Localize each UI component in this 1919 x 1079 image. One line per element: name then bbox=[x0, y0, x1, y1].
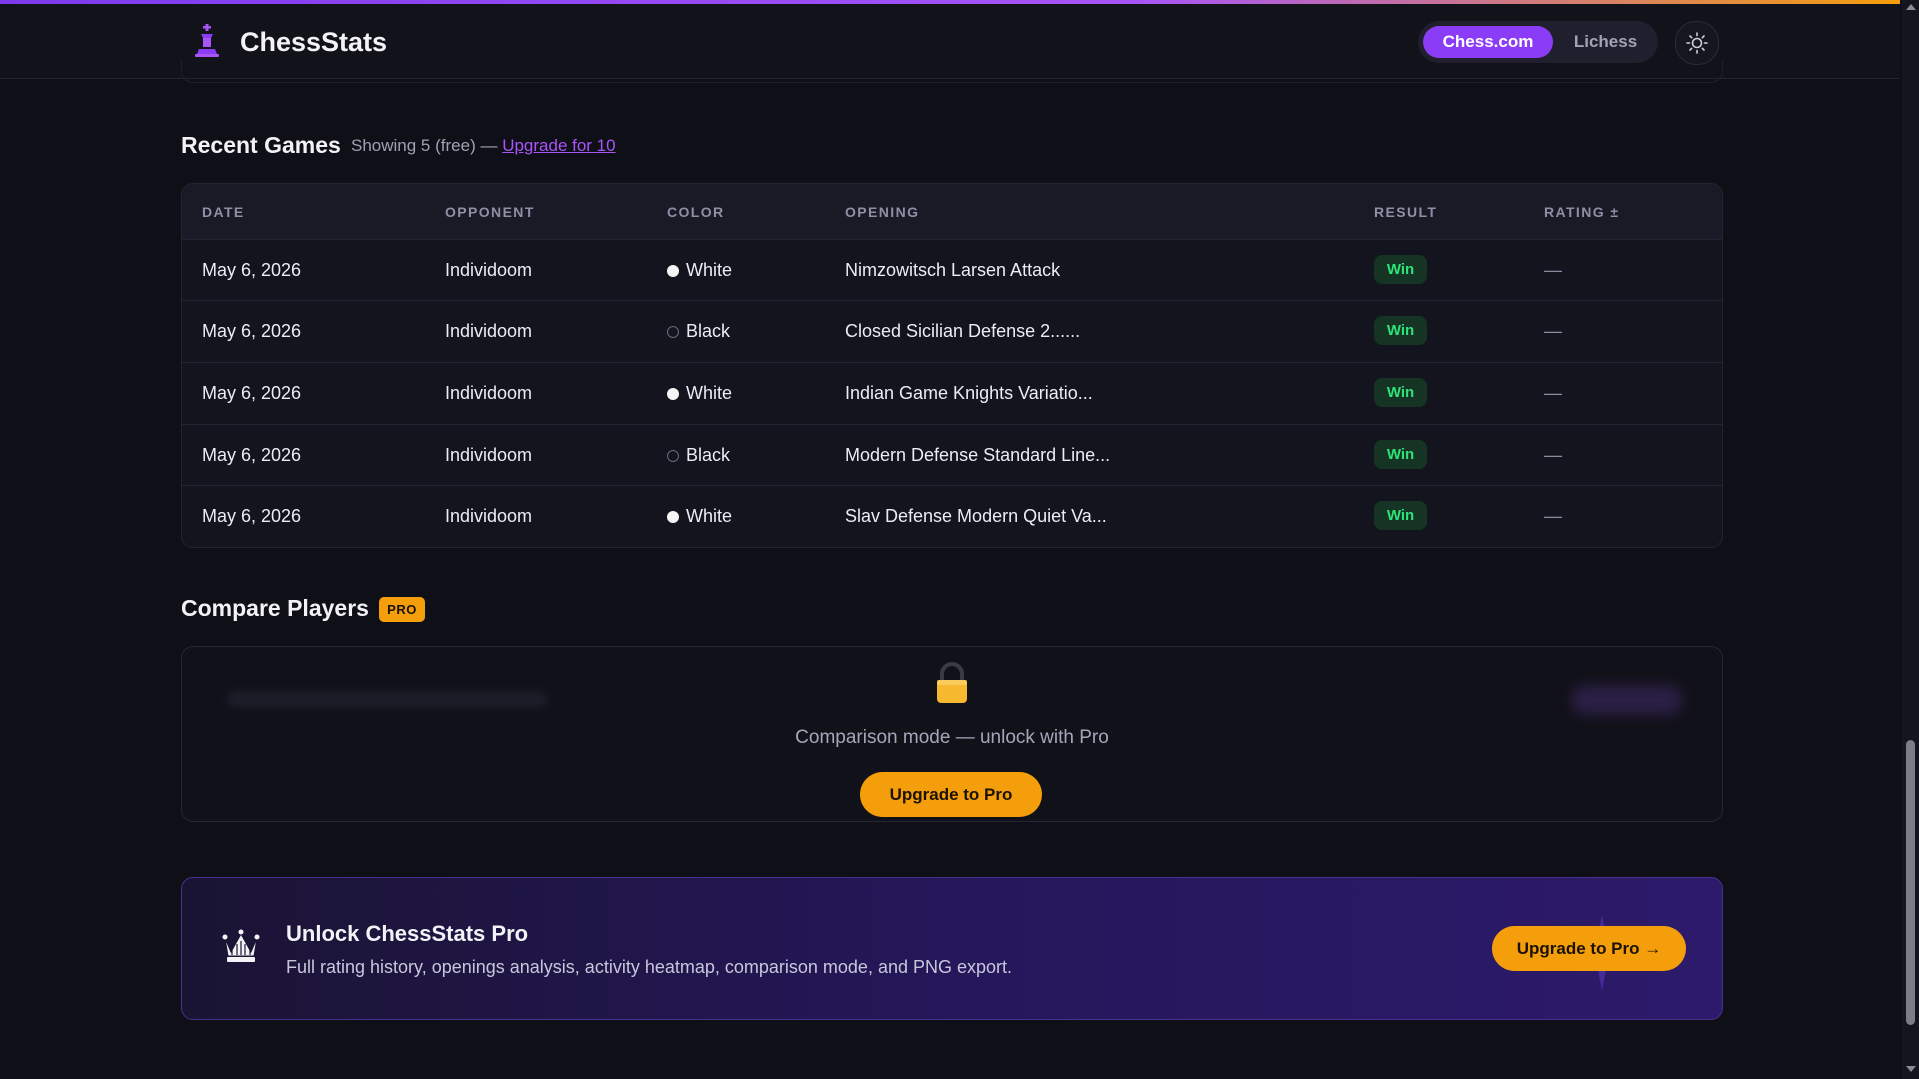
game-opponent: Individoom bbox=[445, 445, 533, 465]
game-opening: Indian Game Knights Variatio... bbox=[845, 383, 1093, 403]
game-color-label: Black bbox=[686, 321, 731, 341]
table-row[interactable]: May 6, 2026 Individoom White Indian Game… bbox=[182, 362, 1722, 424]
white-piece-dot bbox=[667, 388, 679, 400]
game-date: May 6, 2026 bbox=[202, 321, 302, 341]
blurred-button-placeholder bbox=[1572, 685, 1682, 715]
recent-games-subtitle: Showing 5 (free) — Upgrade for 10 bbox=[351, 136, 616, 156]
rating-change: — bbox=[1544, 383, 1562, 403]
upgrade-to-pro-button[interactable]: Upgrade to Pro bbox=[860, 772, 1042, 817]
promo-title: Unlock ChessStats Pro bbox=[286, 921, 529, 946]
showing-count-text: Showing 5 (free) — bbox=[351, 136, 498, 155]
compare-players-title: Compare Players bbox=[181, 595, 369, 621]
brand-name: ChessStats bbox=[240, 27, 388, 57]
blurred-input-placeholder bbox=[227, 691, 547, 707]
column-header-rating: RATING ± bbox=[1544, 204, 1620, 220]
promo-description: Full rating history, openings analysis, … bbox=[286, 957, 1013, 977]
scroll-down-arrow-icon[interactable] bbox=[1906, 1066, 1916, 1072]
game-color: Black bbox=[667, 445, 730, 466]
game-opponent: Individoom bbox=[445, 260, 533, 280]
lock-icon bbox=[937, 662, 967, 703]
result-badge: Win bbox=[1374, 378, 1427, 407]
page-scrollbar[interactable] bbox=[1902, 0, 1919, 1079]
compare-players-locked-card: Comparison mode — unlock with Pro Upgrad… bbox=[181, 646, 1723, 822]
game-color-label: White bbox=[686, 506, 733, 526]
sun-icon bbox=[1686, 32, 1708, 54]
game-opponent: Individoom bbox=[445, 506, 533, 526]
table-row[interactable]: May 6, 2026 Individoom Black Closed Sici… bbox=[182, 300, 1722, 362]
column-header-date: DATE bbox=[202, 204, 245, 220]
table-row[interactable]: May 6, 2026 Individoom White Nimzowitsch… bbox=[182, 239, 1722, 301]
crown-icon bbox=[222, 929, 260, 962]
game-color: White bbox=[667, 506, 732, 527]
upgrade-for-10-link[interactable]: Upgrade for 10 bbox=[502, 136, 615, 155]
black-piece-dot bbox=[667, 326, 679, 338]
game-opening: Modern Defense Standard Line... bbox=[845, 445, 1111, 465]
game-opening: Slav Defense Modern Quiet Va... bbox=[845, 506, 1107, 526]
result-badge: Win bbox=[1374, 255, 1427, 284]
scrollbar-thumb[interactable] bbox=[1906, 740, 1915, 1025]
table-header: DATE OPPONENT COLOR OPENING RESULT RATIN… bbox=[182, 184, 1722, 239]
promo-upgrade-button[interactable]: Upgrade to Pro → bbox=[1492, 926, 1686, 971]
previous-card-edge bbox=[181, 60, 1723, 83]
pro-badge: PRO bbox=[379, 597, 425, 622]
game-opening: Closed Sicilian Defense 2...... bbox=[845, 321, 1081, 341]
game-date: May 6, 2026 bbox=[202, 383, 302, 403]
game-opponent: Individoom bbox=[445, 321, 533, 341]
rating-change: — bbox=[1544, 321, 1562, 341]
pro-promo-banner: Unlock ChessStats Pro Full rating histor… bbox=[181, 877, 1723, 1020]
game-color: Black bbox=[667, 321, 730, 342]
column-header-opening: OPENING bbox=[845, 204, 920, 220]
game-opponent: Individoom bbox=[445, 383, 533, 403]
rating-change: — bbox=[1544, 260, 1562, 280]
game-date: May 6, 2026 bbox=[202, 445, 302, 465]
column-header-result: RESULT bbox=[1374, 204, 1438, 220]
column-header-color: COLOR bbox=[667, 204, 725, 220]
game-date: May 6, 2026 bbox=[202, 506, 302, 526]
game-color: White bbox=[667, 260, 732, 281]
game-color: White bbox=[667, 383, 732, 404]
white-piece-dot bbox=[667, 265, 679, 277]
black-piece-dot bbox=[667, 450, 679, 462]
recent-games-title: Recent Games bbox=[181, 132, 341, 158]
game-opening: Nimzowitsch Larsen Attack bbox=[845, 260, 1061, 280]
game-date: May 6, 2026 bbox=[202, 260, 302, 280]
tab-lichess[interactable]: Lichess bbox=[1558, 26, 1653, 58]
platform-toggle: Chess.com Lichess bbox=[1418, 21, 1658, 63]
rating-change: — bbox=[1544, 506, 1562, 526]
result-badge: Win bbox=[1374, 501, 1427, 530]
theme-toggle-button[interactable] bbox=[1675, 21, 1719, 65]
chess-piece-icon bbox=[195, 24, 219, 57]
scroll-up-arrow-icon[interactable] bbox=[1906, 4, 1916, 10]
table-row[interactable]: May 6, 2026 Individoom White Slav Defens… bbox=[182, 485, 1722, 547]
tab-chess-com[interactable]: Chess.com bbox=[1423, 26, 1553, 58]
recent-games-table: DATE OPPONENT COLOR OPENING RESULT RATIN… bbox=[181, 183, 1723, 548]
compare-locked-message: Comparison mode — unlock with Pro bbox=[795, 727, 1109, 748]
column-header-opponent: OPPONENT bbox=[445, 204, 535, 220]
result-badge: Win bbox=[1374, 316, 1427, 345]
game-color-label: White bbox=[686, 260, 733, 280]
game-color-label: Black bbox=[686, 445, 731, 465]
result-badge: Win bbox=[1374, 440, 1427, 469]
white-piece-dot bbox=[667, 511, 679, 523]
game-color-label: White bbox=[686, 383, 733, 403]
rating-change: — bbox=[1544, 445, 1562, 465]
table-row[interactable]: May 6, 2026 Individoom Black Modern Defe… bbox=[182, 424, 1722, 486]
